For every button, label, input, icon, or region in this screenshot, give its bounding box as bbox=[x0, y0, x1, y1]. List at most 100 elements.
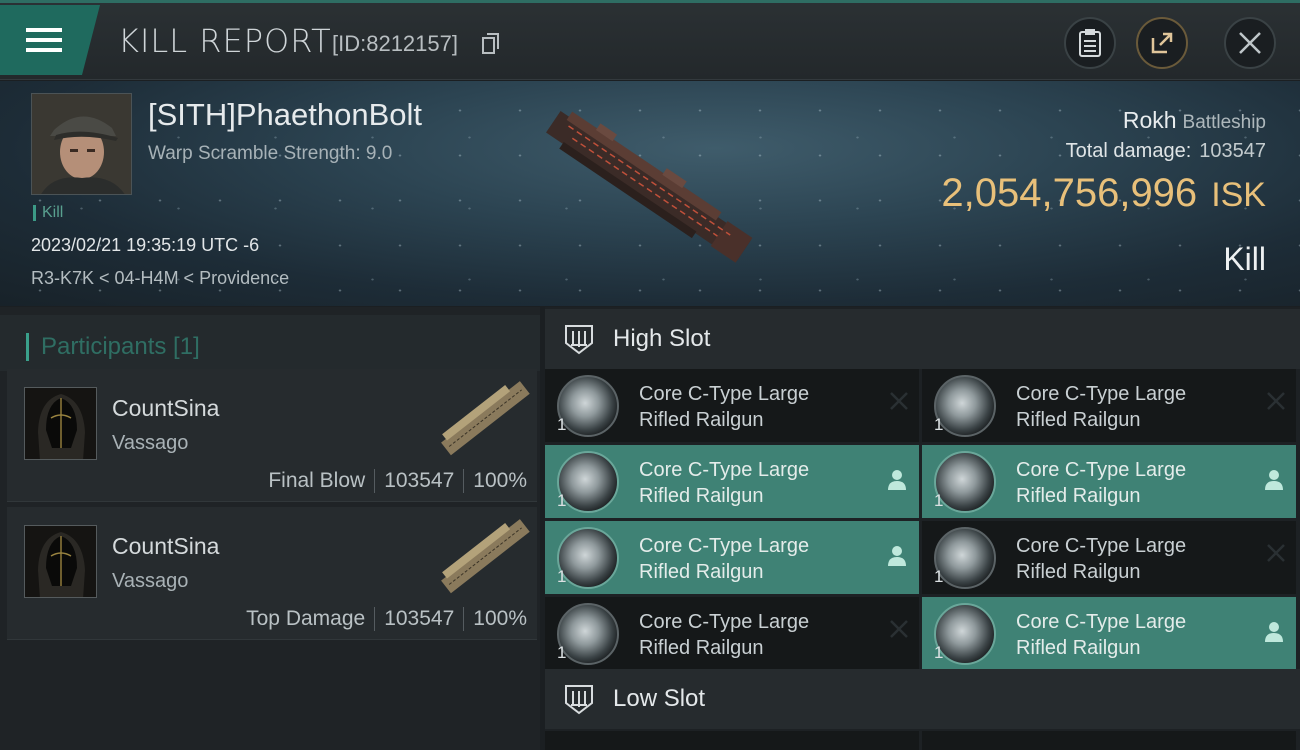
item-name-line2: Rifled Railgun bbox=[1016, 485, 1141, 507]
participant-name[interactable]: CountSina bbox=[112, 533, 219, 560]
participant-role: Top Damage bbox=[246, 607, 366, 630]
item-name: Core C-Type Large Rifled Railgun bbox=[639, 533, 869, 585]
item-name-line2: Rifled Railgun bbox=[639, 637, 764, 659]
warp-scramble-strength: Warp Scramble Strength: 9.0 bbox=[148, 143, 393, 164]
item-name-line2: Rifled Railgun bbox=[639, 485, 764, 507]
participant-stats: Final Blow 103547 100% bbox=[268, 469, 527, 493]
destroyed-icon bbox=[1267, 544, 1285, 562]
clipboard-icon bbox=[1079, 29, 1101, 57]
participant-ship-image bbox=[441, 519, 530, 594]
report-id: [ID:8212157] bbox=[332, 31, 458, 56]
item-name: Core C-Type Large Rifled Railgun bbox=[1016, 609, 1246, 661]
copy-icon[interactable] bbox=[482, 33, 500, 55]
isk-amount: 2,054,756,996 bbox=[941, 171, 1198, 215]
item-name-line1: Core C-Type Large bbox=[1016, 535, 1187, 557]
menu-button[interactable] bbox=[0, 5, 100, 75]
destroyed-icon bbox=[890, 620, 908, 638]
participant-ship-image bbox=[441, 381, 530, 456]
participant-name[interactable]: CountSina bbox=[112, 395, 219, 422]
slot-item[interactable]: 1 Core C-Type Large Rifled Railgun bbox=[922, 445, 1296, 518]
participant-row[interactable]: CountSina Vassago Final Blow 103547 100% bbox=[7, 369, 537, 502]
participant-avatar bbox=[24, 387, 97, 460]
victim-name[interactable]: [SITH]PhaethonBolt bbox=[148, 97, 422, 133]
header-bar: KILL REPORT [ID:8212157] bbox=[0, 0, 1300, 80]
stat-divider bbox=[463, 469, 465, 493]
item-quantity: 1 bbox=[934, 415, 944, 434]
low-slot-title: Low Slot bbox=[613, 685, 706, 712]
participant-ship: Vassago bbox=[112, 432, 189, 454]
clipboard-button[interactable] bbox=[1064, 17, 1116, 69]
total-damage-value: 103547 bbox=[1199, 140, 1266, 162]
slot-item[interactable]: 1 Core C-Type Large Rifled Railgun bbox=[922, 597, 1296, 670]
low-slot-item-partial[interactable] bbox=[545, 731, 919, 750]
total-damage-label: Total damage: bbox=[1065, 140, 1192, 162]
pilot-icon bbox=[888, 470, 906, 490]
slot-item[interactable]: 1 Core C-Type Large Rifled Railgun bbox=[922, 369, 1296, 442]
slot-item[interactable]: 1 Core C-Type Large Rifled Railgun bbox=[545, 369, 919, 442]
ship-name: Rokh bbox=[1122, 107, 1177, 133]
participant-ship: Vassago bbox=[112, 570, 189, 592]
participants-header: Participants [1] bbox=[0, 315, 540, 371]
high-slot-icon bbox=[565, 325, 593, 355]
destroyed-icon bbox=[890, 392, 908, 410]
participant-percent: 100% bbox=[473, 607, 527, 630]
victim-ship-image[interactable] bbox=[530, 103, 770, 283]
victim-portrait[interactable] bbox=[31, 93, 132, 195]
low-slot-item-partial[interactable] bbox=[922, 731, 1296, 750]
ship-class: Battleship bbox=[1182, 112, 1266, 133]
close-icon bbox=[1239, 32, 1261, 54]
item-name-line2: Rifled Railgun bbox=[1016, 561, 1141, 583]
item-name: Core C-Type Large Rifled Railgun bbox=[639, 381, 869, 433]
hamburger-icon bbox=[26, 28, 62, 52]
item-name-line1: Core C-Type Large bbox=[1016, 383, 1187, 405]
participant-stats: Top Damage 103547 100% bbox=[246, 607, 527, 631]
item-name: Core C-Type Large Rifled Railgun bbox=[639, 609, 869, 661]
participant-damage: 103547 bbox=[384, 607, 455, 630]
item-name-line1: Core C-Type Large bbox=[1016, 611, 1187, 633]
participant-damage: 103547 bbox=[384, 469, 455, 492]
item-name-line1: Core C-Type Large bbox=[639, 459, 810, 481]
pilot-icon bbox=[888, 546, 906, 566]
hooded-pilot-avatar bbox=[25, 388, 96, 459]
isk-unit: ISK bbox=[1211, 176, 1266, 214]
pilot-icon bbox=[1265, 622, 1283, 642]
item-name: Core C-Type Large Rifled Railgun bbox=[639, 457, 869, 509]
item-name: Core C-Type Large Rifled Railgun bbox=[1016, 533, 1246, 585]
participants-title: Participants [1] bbox=[26, 333, 200, 361]
pilot-avatar bbox=[32, 94, 131, 194]
stat-divider bbox=[463, 607, 465, 631]
item-name: Core C-Type Large Rifled Railgun bbox=[1016, 381, 1246, 433]
page-title: KILL REPORT bbox=[118, 22, 332, 60]
item-name-line1: Core C-Type Large bbox=[639, 611, 810, 633]
item-quantity: 1 bbox=[934, 567, 944, 586]
close-button[interactable] bbox=[1224, 17, 1276, 69]
kill-datetime: 2023/02/21 19:35:19 UTC -6 bbox=[31, 235, 260, 255]
slot-item[interactable]: 1 Core C-Type Large Rifled Railgun bbox=[545, 597, 919, 670]
participants-panel: Participants [1] CountSina Vassago Final… bbox=[0, 307, 540, 750]
high-slot-header: High Slot bbox=[545, 309, 1300, 369]
item-name-line1: Core C-Type Large bbox=[639, 535, 810, 557]
item-name-line1: Core C-Type Large bbox=[639, 383, 810, 405]
item-name-line2: Rifled Railgun bbox=[1016, 409, 1141, 431]
participant-percent: 100% bbox=[473, 469, 527, 492]
participant-avatar bbox=[24, 525, 97, 598]
slot-item[interactable]: 1 Core C-Type Large Rifled Railgun bbox=[545, 521, 919, 594]
pilot-icon bbox=[1265, 470, 1283, 490]
low-slot-icon bbox=[565, 685, 593, 715]
victim-ship-type: Rokh Battleship bbox=[1123, 107, 1266, 134]
participant-role: Final Blow bbox=[268, 469, 366, 492]
item-quantity: 1 bbox=[934, 491, 944, 510]
kill-location[interactable]: R3-K7K < 04-H4M < Providence bbox=[31, 268, 289, 289]
item-quantity: 1 bbox=[557, 643, 567, 662]
fitting-panel: High Slot 1 Core C-Type Large Rifled Railg… bbox=[545, 307, 1300, 750]
kill-tag: Kill bbox=[33, 205, 63, 221]
destroyed-icon bbox=[1267, 392, 1285, 410]
participant-row[interactable]: CountSina Vassago Top Damage 103547 100% bbox=[7, 507, 537, 640]
item-quantity: 1 bbox=[934, 643, 944, 662]
item-name-line1: Core C-Type Large bbox=[1016, 459, 1187, 481]
share-icon bbox=[1151, 32, 1173, 54]
share-button[interactable] bbox=[1136, 17, 1188, 69]
slot-item[interactable]: 1 Core C-Type Large Rifled Railgun bbox=[922, 521, 1296, 594]
slot-item[interactable]: 1 Core C-Type Large Rifled Railgun bbox=[545, 445, 919, 518]
item-quantity: 1 bbox=[557, 567, 567, 586]
